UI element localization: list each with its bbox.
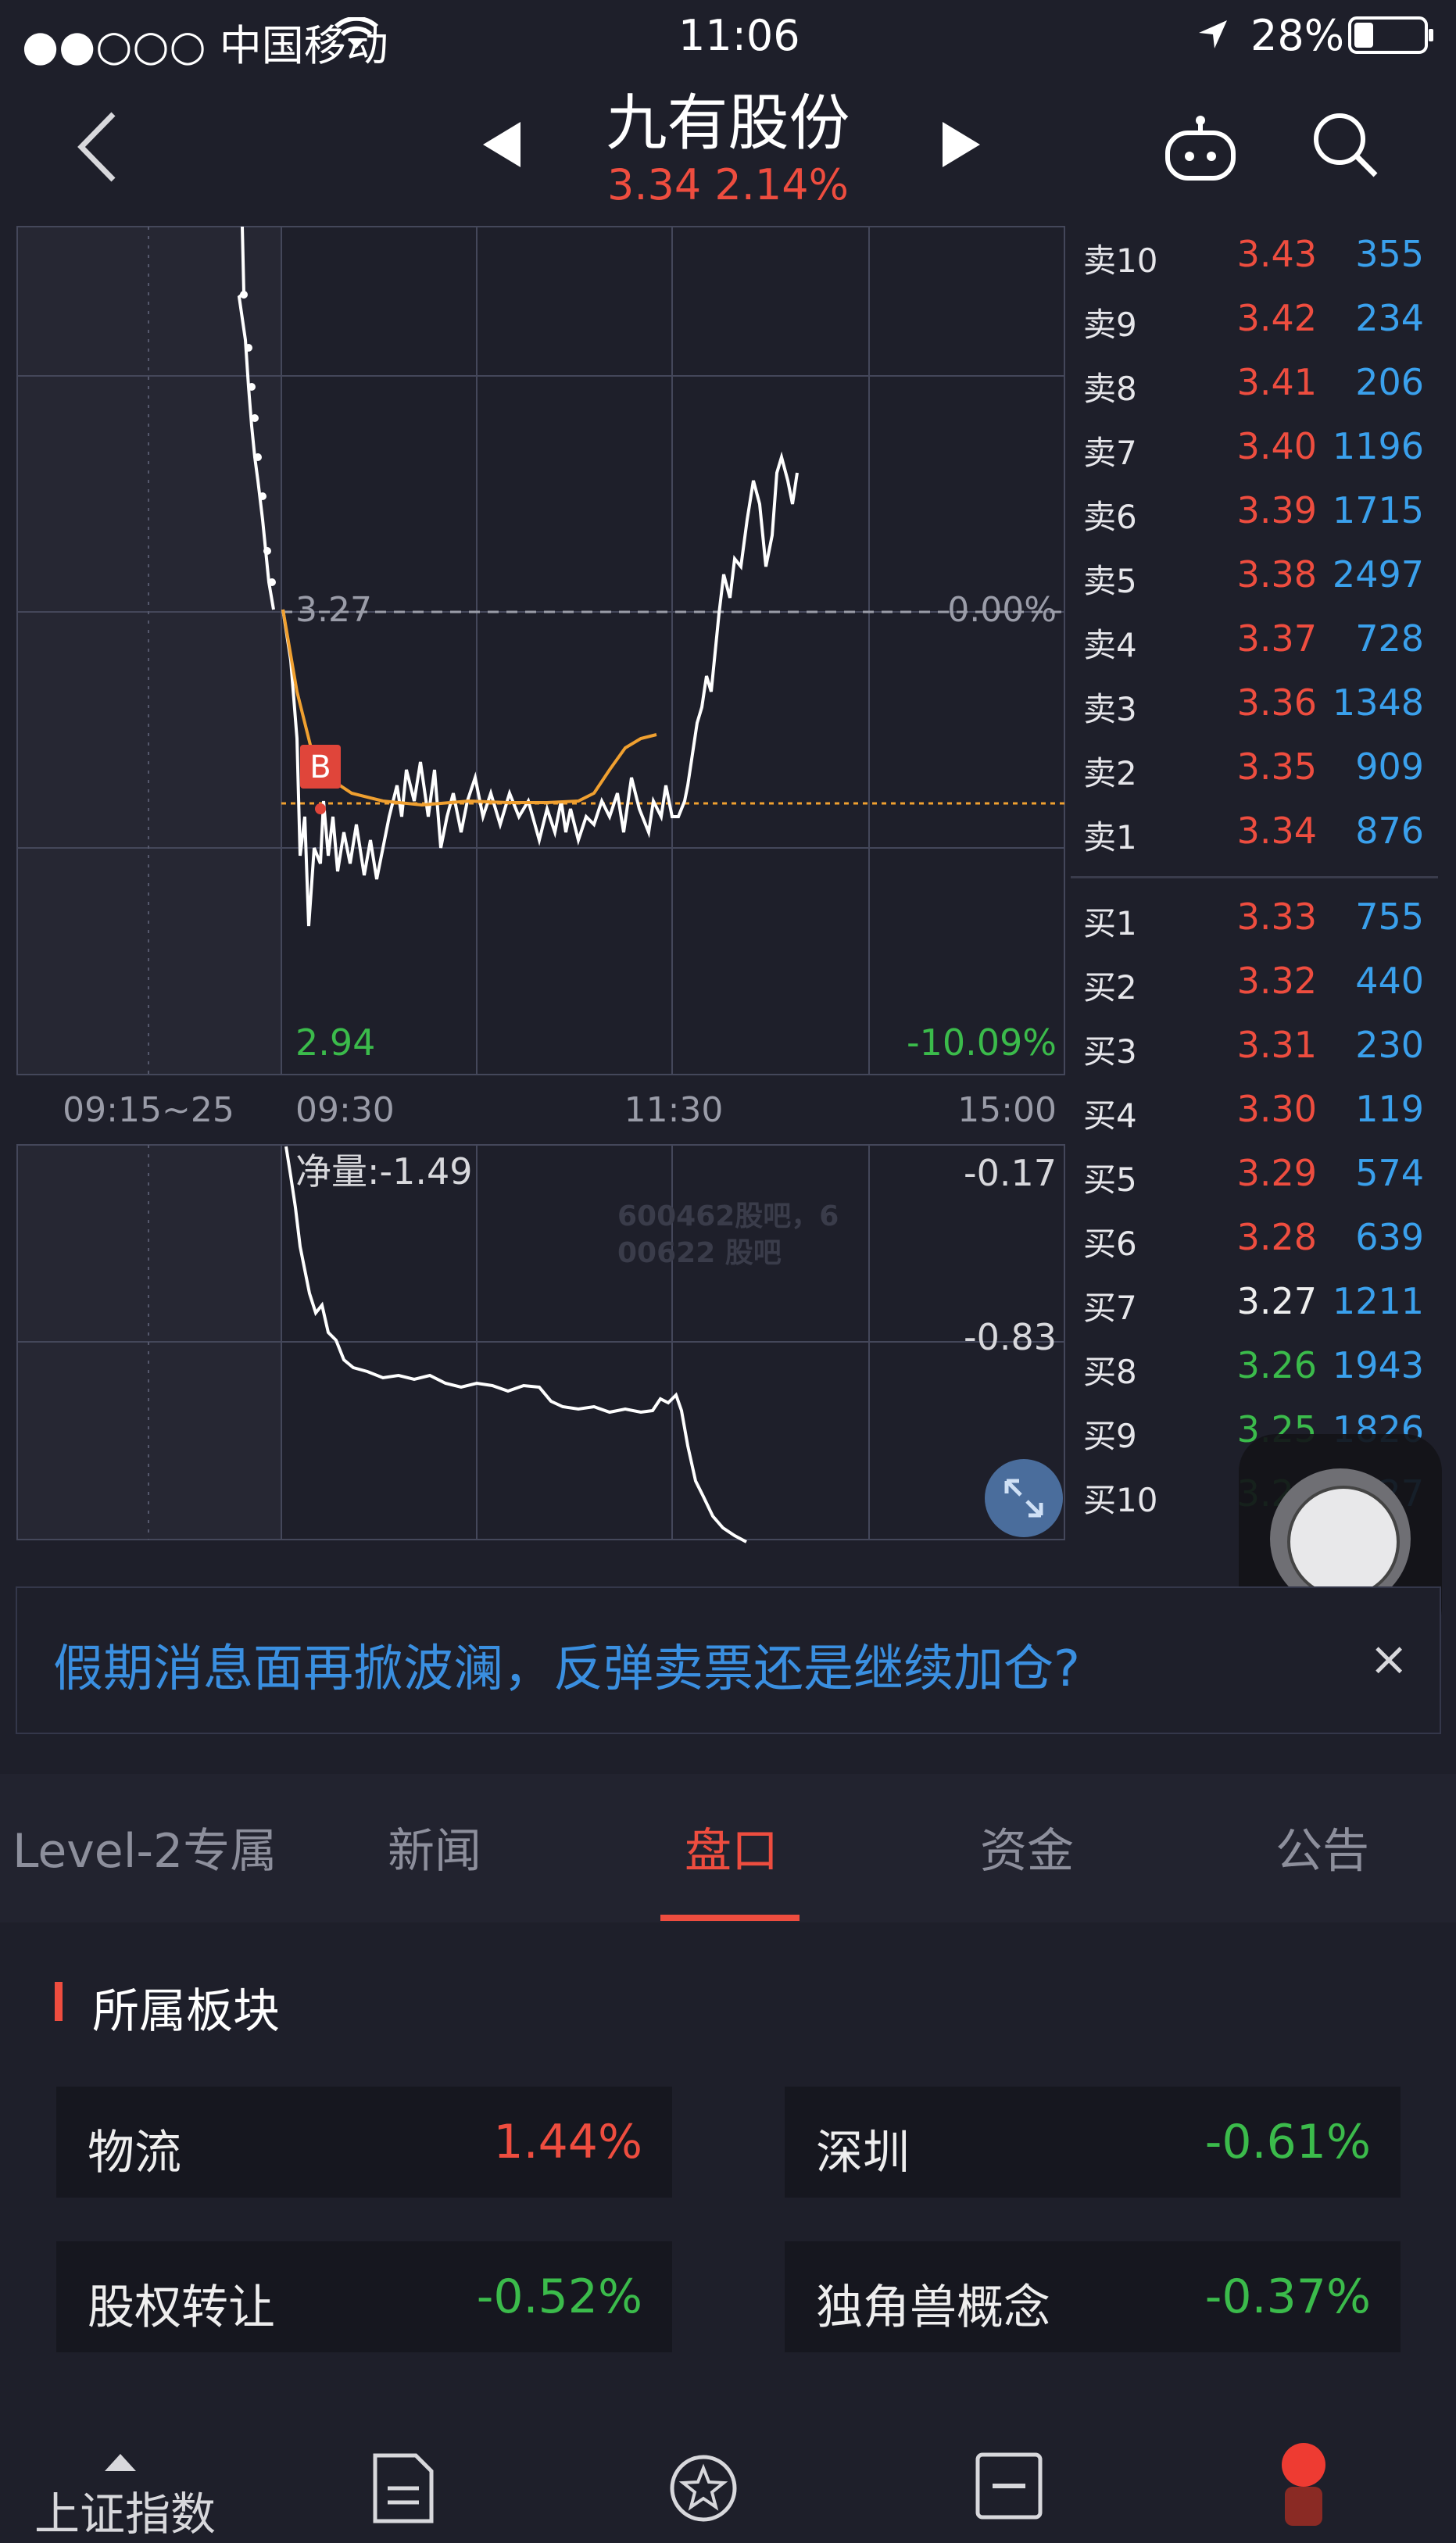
tab-order-book[interactable]: 盘口 (685, 1813, 778, 1881)
bid-row[interactable]: 买8 3.26 1943 (1071, 1338, 1438, 1402)
bid-row[interactable]: 买1 3.33 755 (1071, 889, 1438, 953)
watermark-line2: 00622 股吧 (617, 1237, 782, 1269)
sector-card[interactable]: 深圳 -0.61% (785, 2087, 1401, 2198)
bid-row[interactable]: 买6 3.28 639 (1071, 1210, 1438, 1274)
price-line (281, 451, 799, 927)
bottom-nav: 上证指数 (0, 2391, 1456, 2541)
search-icon[interactable] (1310, 109, 1380, 180)
time-label-noon: 11:30 (624, 1090, 724, 1130)
ask-row[interactable]: 卖8 3.41 206 (1071, 355, 1438, 419)
low-price-label: 2.94 (295, 1021, 375, 1064)
section-accent (55, 1982, 63, 2021)
bid-row[interactable]: 买4 3.30 119 (1071, 1082, 1438, 1146)
ask-row[interactable]: 卖3 3.36 1348 (1071, 675, 1438, 739)
net-top-label: -0.17 (964, 1152, 1057, 1194)
assistive-touch-center (1287, 1486, 1400, 1598)
bid-row[interactable]: 买7 3.27 1211 (1071, 1274, 1438, 1338)
prev-close-label: 3.27 (295, 590, 372, 630)
active-tab-indicator (660, 1915, 800, 1921)
order-book: 卖10 3.43 355 卖9 3.42 234 卖8 3.41 206 卖7 3.40 119… (1071, 223, 1438, 1543)
sector-card[interactable]: 股权转让 -0.52% (56, 2241, 672, 2352)
news-banner-text: 假期消息面再掀波澜，反弹卖票还是继续加仓? (53, 1640, 1080, 1698)
time-label-close: 15:00 (957, 1090, 1057, 1130)
favorite-star-icon[interactable] (666, 2451, 741, 2526)
sector-card[interactable]: 物流 1.44% (56, 2087, 672, 2198)
zero-pct-label: 0.00% (947, 590, 1057, 630)
watermark-line1: 600462股吧，6 (617, 1200, 839, 1232)
more-actions-icon[interactable] (1274, 2441, 1333, 2529)
minus-square-icon[interactable] (974, 2451, 1044, 2521)
detail-tabs: Level-2专属 新闻 盘口 资金 公告 (0, 1774, 1456, 1922)
ask-row[interactable]: 卖7 3.40 1196 (1071, 419, 1438, 483)
time-label-open: 09:30 (295, 1090, 395, 1130)
sector-card[interactable]: 独角兽概念 -0.37% (785, 2241, 1401, 2352)
battery-icon (1348, 16, 1433, 54)
tab-level2[interactable]: Level-2专属 (13, 1813, 277, 1881)
wifi-icon (334, 17, 378, 48)
time-label-premarket: 09:15~25 (63, 1090, 234, 1130)
carrier-signal: ●●○○○ 中国移动 (22, 21, 388, 70)
news-banner[interactable]: 假期消息面再掀波澜，反弹卖票还是继续加仓? × (16, 1586, 1441, 1734)
ask-row[interactable]: 卖10 3.43 355 (1071, 227, 1438, 291)
robot-assistant-icon[interactable] (1163, 114, 1238, 184)
bid-row[interactable]: 买5 3.29 574 (1071, 1146, 1438, 1210)
battery-percent: 28% (1250, 11, 1345, 60)
bid-row[interactable]: 买3 3.31 230 (1071, 1018, 1438, 1082)
tab-news[interactable]: 新闻 (388, 1813, 481, 1881)
net-volume-label: 净量:-1.49 (295, 1150, 473, 1193)
status-bar: ●●○○○ 中国移动 11:06 28% (0, 0, 1456, 70)
tab-funds[interactable]: 资金 (980, 1813, 1074, 1881)
next-stock-icon[interactable] (939, 117, 985, 172)
clock: 11:06 (678, 11, 800, 60)
buy-marker: B (309, 749, 331, 785)
order-book-divider (1071, 876, 1438, 878)
ask-row[interactable]: 卖5 3.38 2497 (1071, 547, 1438, 611)
ask-row[interactable]: 卖9 3.42 234 (1071, 291, 1438, 355)
net-mid-label: -0.83 (964, 1316, 1057, 1358)
ask-row[interactable]: 卖6 3.39 1715 (1071, 483, 1438, 547)
caret-up-icon (105, 2454, 136, 2471)
close-icon[interactable]: × (1369, 1632, 1408, 1686)
intraday-chart[interactable]: B 3.27 0.00% 2.94 -10.09% 09:15~25 09:30… (0, 223, 1071, 1551)
ask-row[interactable]: 卖1 3.34 876 (1071, 803, 1438, 867)
location-arrow-icon (1199, 20, 1227, 48)
index-ticker-label[interactable]: 上证指数 (34, 2477, 216, 2543)
bid-row[interactable]: 买2 3.32 440 (1071, 953, 1438, 1018)
sector-section-title: 所属板块 (92, 1984, 280, 2039)
document-icon[interactable] (370, 2451, 436, 2526)
ask-row[interactable]: 卖2 3.35 909 (1071, 739, 1438, 803)
low-pct-label: -10.09% (907, 1021, 1057, 1064)
tab-announcements[interactable]: 公告 (1275, 1813, 1369, 1881)
ask-row[interactable]: 卖4 3.37 728 (1071, 611, 1438, 675)
